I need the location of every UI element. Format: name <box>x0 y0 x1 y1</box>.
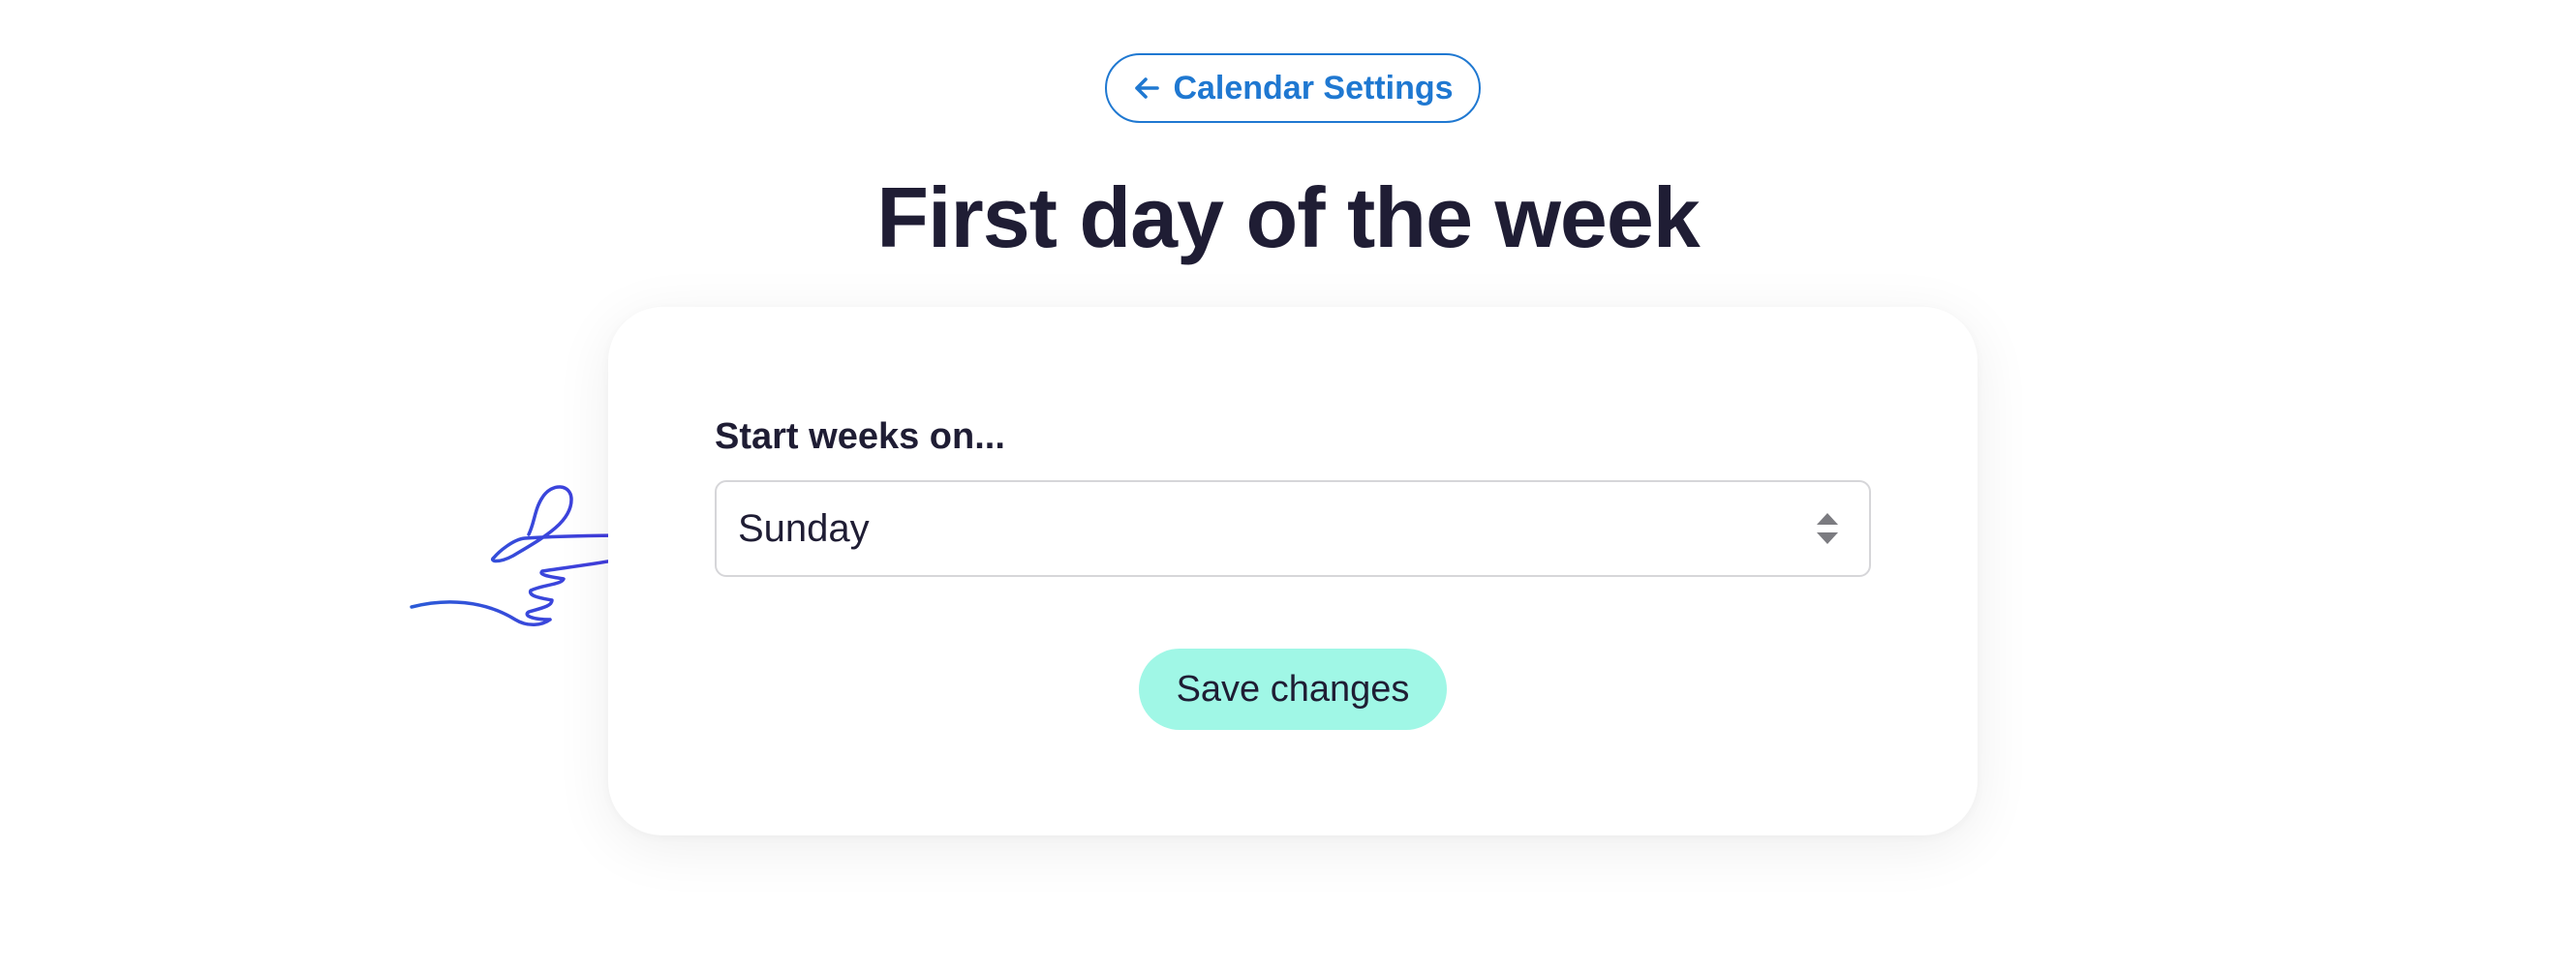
start-weeks-label: Start weeks on... <box>715 416 1005 457</box>
arrow-left-icon <box>1132 74 1161 103</box>
back-to-calendar-settings-button[interactable]: Calendar Settings <box>1105 53 1481 123</box>
back-link-label: Calendar Settings <box>1173 69 1454 106</box>
select-value: Sunday <box>738 506 870 550</box>
up-down-arrows-icon <box>1817 513 1838 544</box>
start-weeks-select[interactable]: Sunday <box>715 480 1871 577</box>
settings-card: Start weeks on... Sunday Save changes <box>608 307 1978 835</box>
arrow-down-icon <box>1817 532 1838 544</box>
save-changes-button[interactable]: Save changes <box>1139 649 1447 730</box>
page: Calendar Settings First day of the week … <box>0 0 2576 970</box>
page-title: First day of the week <box>876 169 1700 265</box>
arrow-up-icon <box>1817 513 1838 525</box>
